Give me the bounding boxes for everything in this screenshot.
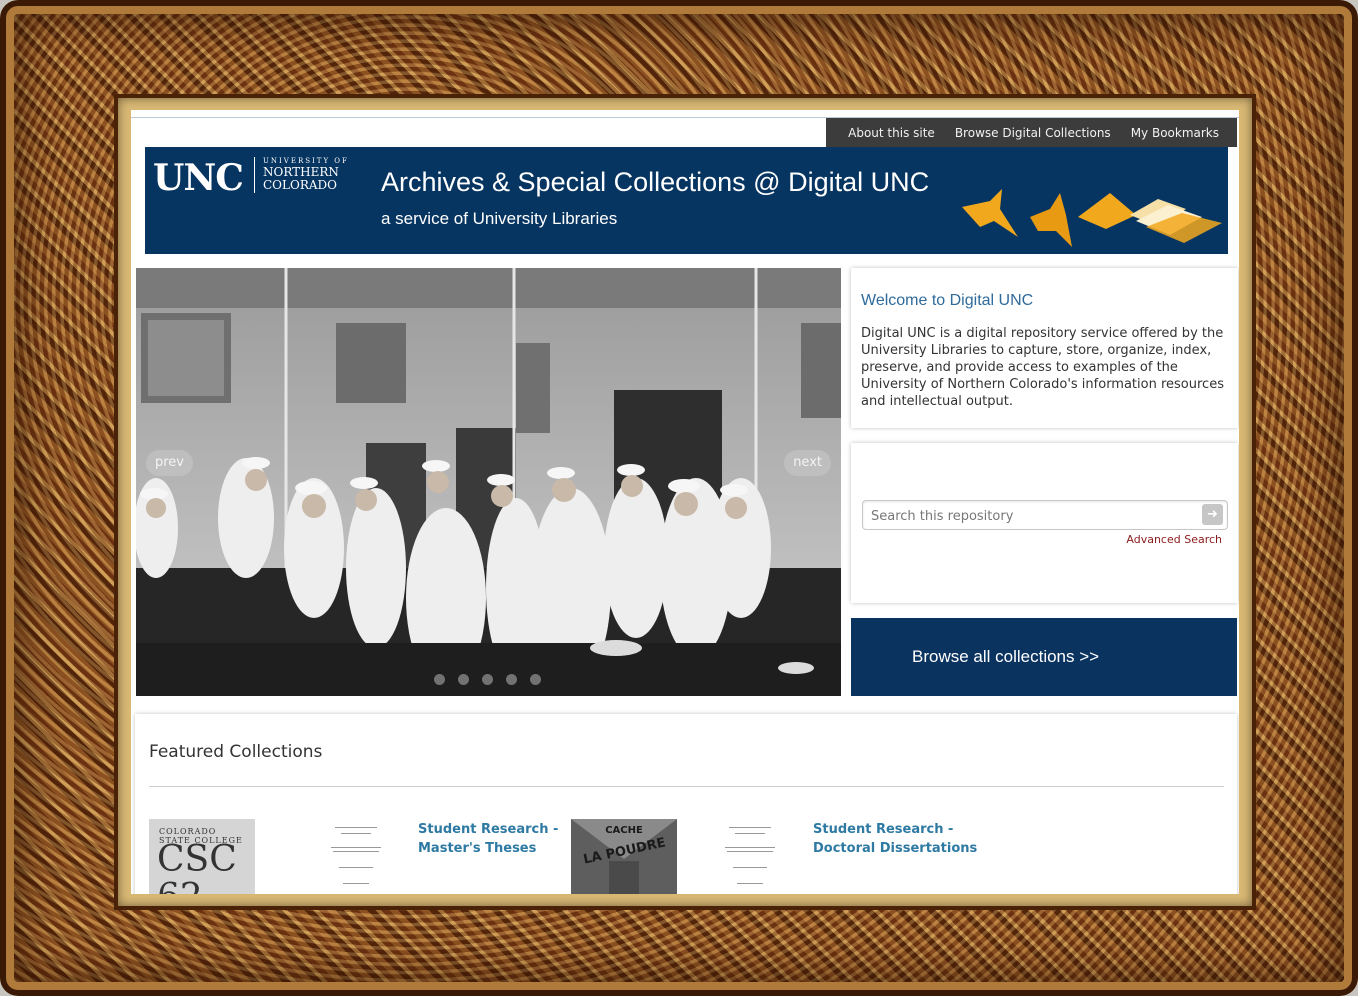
nav-bookmarks-link[interactable]: My Bookmarks bbox=[1131, 126, 1219, 140]
thumb-big-line: 62-63 bbox=[157, 879, 255, 895]
slide-dot[interactable] bbox=[530, 674, 541, 685]
slideshow-prev-button[interactable]: prev bbox=[146, 450, 194, 476]
webpage: About this site Browse Digital Collectio… bbox=[131, 110, 1239, 894]
cover-text-cache: CACHE bbox=[605, 825, 643, 836]
collection-link-doctoral-dissertations[interactable]: Student Research - Doctoral Dissertation… bbox=[813, 820, 977, 858]
cache-la-poudre-cover-art: CACHE LA POUDRE bbox=[571, 819, 677, 894]
search-panel: ➜ Advanced Search bbox=[851, 443, 1238, 603]
collection-link-line: Master's Theses bbox=[418, 841, 537, 856]
thumb-big-text: CSC 62-63 bbox=[157, 839, 255, 895]
collection-link-line: Student Research - bbox=[813, 822, 954, 837]
welcome-title: Welcome to Digital UNC bbox=[861, 292, 1034, 309]
slide-dot[interactable] bbox=[434, 674, 445, 685]
csc-yearbook-thumbnail[interactable]: COLORADO STATE COLLEGE CSC 62-63 bbox=[149, 819, 255, 894]
top-navigation: About this site Browse Digital Collectio… bbox=[826, 118, 1237, 147]
logo-small-text: UNIVERSITY OF bbox=[263, 157, 349, 165]
thumb-small-line: COLORADO bbox=[159, 827, 217, 836]
welcome-panel: Welcome to Digital UNC Digital UNC is a … bbox=[851, 268, 1238, 428]
slide-dot[interactable] bbox=[458, 674, 469, 685]
welcome-description: Digital UNC is a digital repository serv… bbox=[861, 326, 1224, 409]
search-submit-arrow-icon[interactable]: ➜ bbox=[1202, 504, 1223, 525]
featured-divider bbox=[149, 786, 1224, 787]
slide-dot[interactable] bbox=[482, 674, 493, 685]
logo-line-colorado: COLORADO bbox=[263, 178, 337, 192]
collection-link-masters-theses[interactable]: Student Research - Master's Theses bbox=[418, 820, 558, 858]
thumb-big-line: CSC bbox=[157, 839, 237, 880]
search-box: ➜ bbox=[862, 500, 1228, 530]
browse-all-collections-button[interactable]: Browse all collections >> bbox=[851, 618, 1237, 696]
nav-browse-collections-link[interactable]: Browse Digital Collections bbox=[955, 126, 1111, 140]
nav-about-link[interactable]: About this site bbox=[848, 126, 935, 140]
collection-link-line: Student Research - bbox=[418, 822, 559, 837]
image-slideshow: prev next bbox=[136, 268, 841, 696]
slide-dot[interactable] bbox=[506, 674, 517, 685]
historic-classroom-photo bbox=[136, 268, 841, 696]
search-input[interactable] bbox=[869, 505, 1193, 527]
site-title: Archives & Special Collections @ Digital… bbox=[381, 167, 930, 197]
origami-birds-books-icon bbox=[962, 189, 1222, 247]
slideshow-next-button[interactable]: next bbox=[784, 450, 831, 476]
featured-collections-panel: Featured Collections COLORADO STATE COLL… bbox=[135, 714, 1237, 894]
featured-collections-title: Featured Collections bbox=[149, 742, 323, 762]
collection-link-line: Doctoral Dissertations bbox=[813, 841, 978, 856]
site-subtitle: a service of University Libraries bbox=[381, 209, 618, 228]
advanced-search-link[interactable]: Advanced Search bbox=[1126, 533, 1222, 546]
unc-logo[interactable]: UNC bbox=[153, 157, 244, 199]
cache-la-poudre-thumbnail[interactable]: CACHE LA POUDRE bbox=[571, 819, 677, 894]
site-banner: UNC UNIVERSITY OF NORTHERN COLORADO Arch… bbox=[145, 147, 1228, 254]
logo-university-name: NORTHERN COLORADO bbox=[263, 166, 339, 192]
logo-divider bbox=[254, 157, 255, 193]
slideshow-pager bbox=[434, 674, 541, 685]
